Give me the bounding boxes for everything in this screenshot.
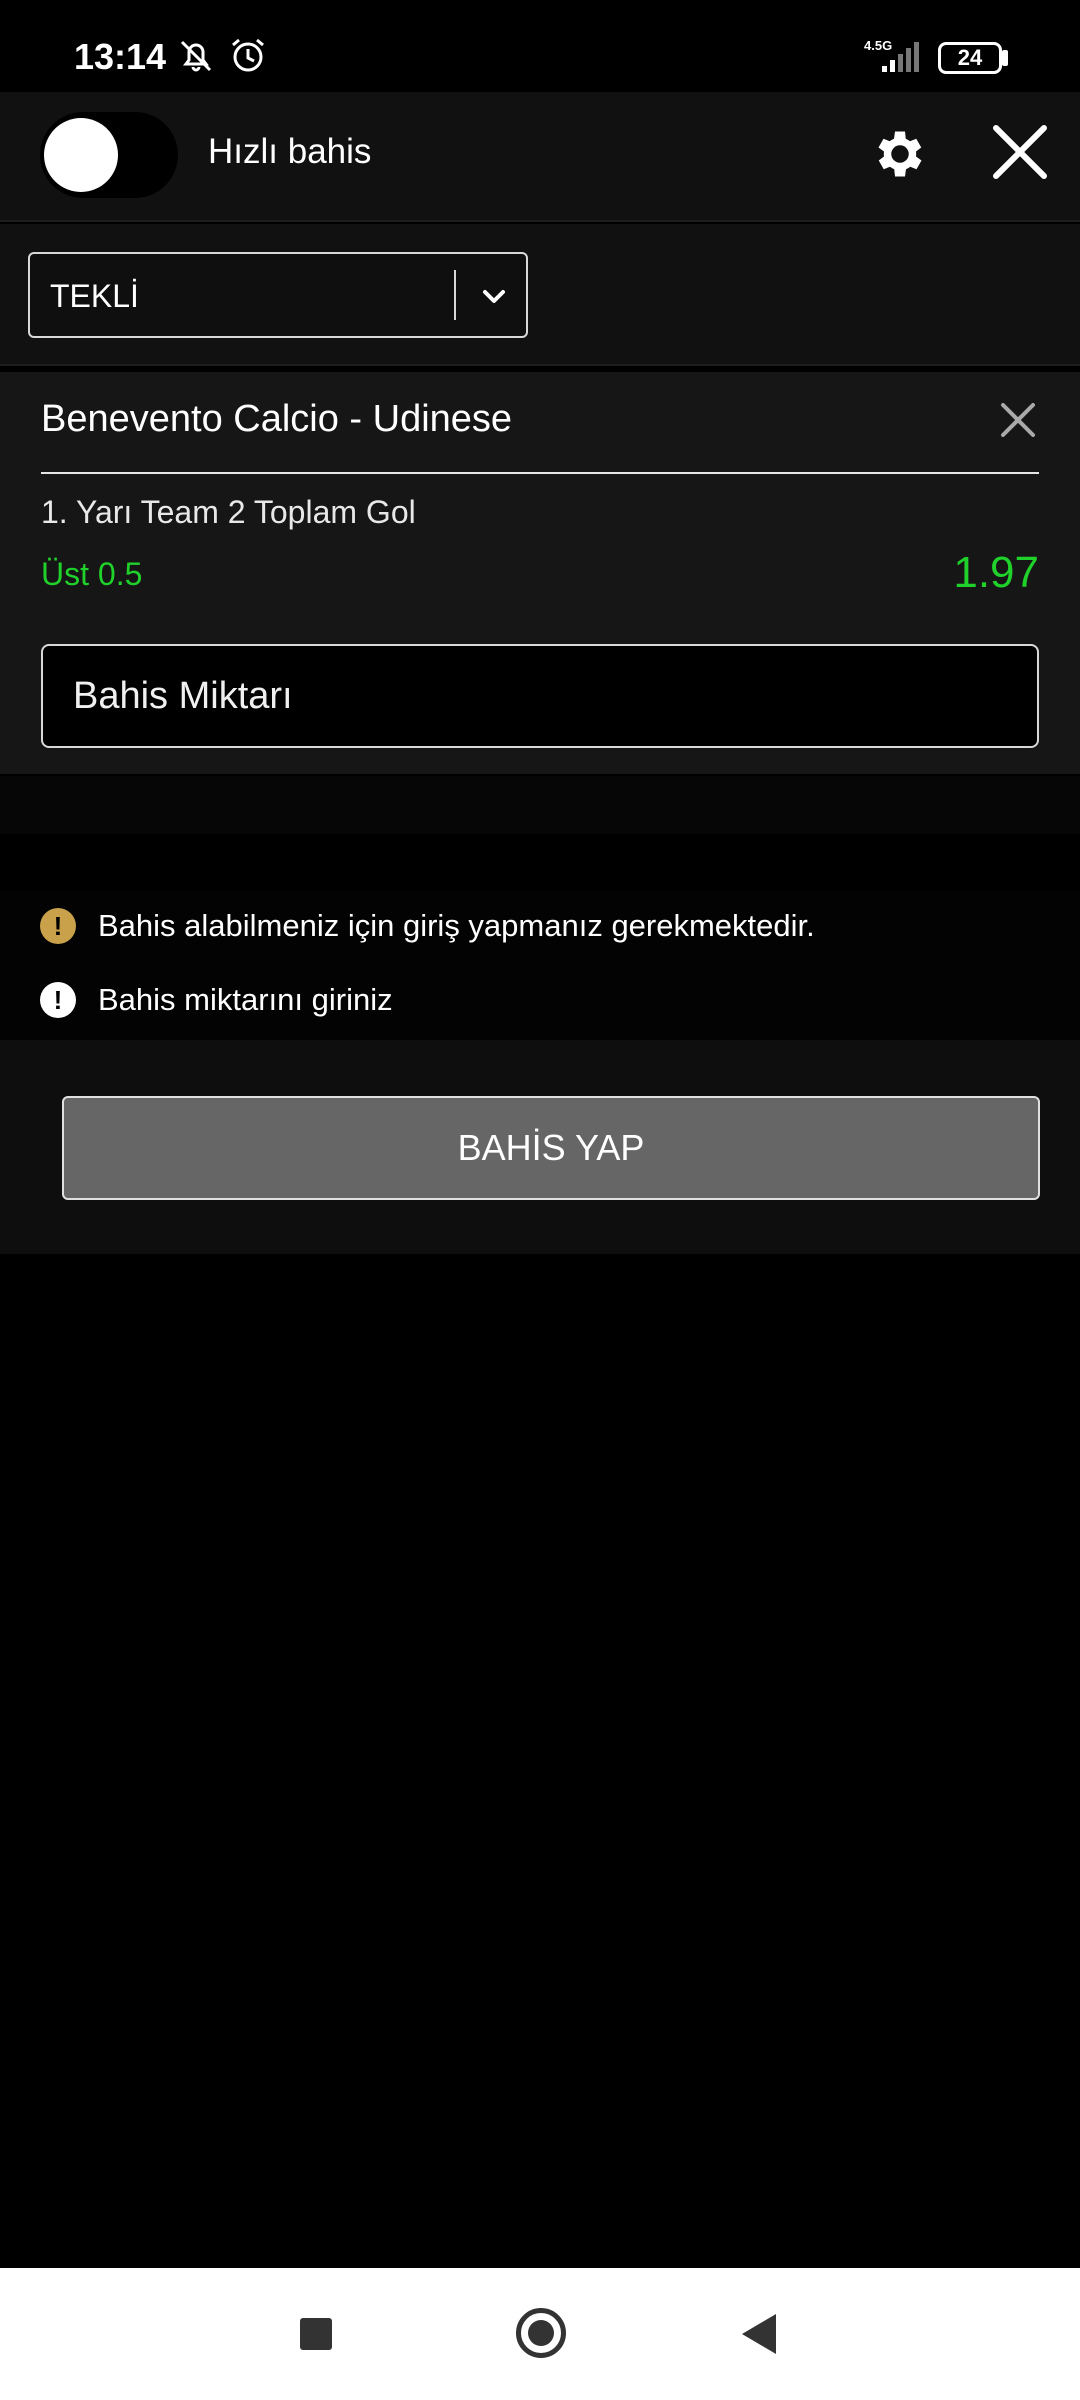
market-name: 1. Yarı Team 2 Toplam Gol: [41, 494, 416, 530]
settings-gear-icon[interactable]: [870, 124, 930, 184]
selection-name: Üst 0.5: [41, 556, 143, 592]
messages-panel: ! Bahis alabilmeniz için giriş yapmanız …: [0, 890, 1080, 1040]
remove-selection-icon[interactable]: [998, 400, 1038, 440]
alert-icon: !: [40, 982, 76, 1018]
bet-slip-header: Hızlı bahis: [0, 92, 1080, 222]
home-button[interactable]: [516, 2308, 566, 2358]
action-area: BAHİS YAP: [0, 1040, 1080, 1254]
status-time: 13:14: [74, 36, 167, 77]
warning-icon: !: [40, 908, 76, 944]
spacer: [0, 834, 1080, 890]
battery-level: 24: [957, 45, 983, 70]
bet-selection-card: Benevento Calcio - Udinese 1. Yarı Team …: [0, 372, 1080, 774]
system-nav-bar: [0, 2268, 1080, 2400]
card-divider: [41, 472, 1039, 474]
odds-value: 1.97: [953, 548, 1039, 597]
network-type: 4.5G: [864, 38, 892, 53]
muted-bell-icon: [180, 40, 212, 72]
spacer: [0, 776, 1080, 834]
battery-nub: [1002, 50, 1008, 66]
status-bar: 13:14 4.5G 24: [0, 0, 1080, 92]
close-icon[interactable]: [988, 120, 1052, 184]
login-required-message: ! Bahis alabilmeniz için giriş yapmanız …: [40, 908, 815, 944]
place-bet-button[interactable]: BAHİS YAP: [62, 1096, 1040, 1200]
toggle-knob: [44, 118, 118, 192]
back-button[interactable]: [742, 2314, 776, 2354]
stake-input[interactable]: [41, 644, 1039, 748]
home-dot: [528, 2320, 554, 2346]
battery-icon: 24: [938, 42, 1002, 74]
bet-type-value: TEKLİ: [50, 278, 139, 314]
message-text: Bahis miktarını giriniz: [98, 982, 393, 1017]
recents-button[interactable]: [300, 2318, 332, 2350]
bet-slip-screen: 13:14 4.5G 24 Hızlı bahis TEKLİ Benevent…: [0, 0, 1080, 2400]
bet-type-select[interactable]: TEKLİ: [28, 252, 528, 338]
alarm-icon: [232, 38, 264, 72]
match-name: Benevento Calcio - Udinese: [41, 398, 513, 440]
stake-required-message: ! Bahis miktarını giriniz: [40, 982, 393, 1018]
select-divider: [454, 270, 456, 320]
quick-bet-toggle[interactable]: [40, 112, 178, 198]
message-text: Bahis alabilmeniz için giriş yapmanız ge…: [98, 908, 815, 943]
quick-bet-label: Hızlı bahis: [208, 132, 372, 171]
signal-icon: 4.5G: [864, 38, 919, 72]
bet-type-bar: TEKLİ: [0, 224, 1080, 366]
chevron-down-icon: [483, 290, 505, 303]
